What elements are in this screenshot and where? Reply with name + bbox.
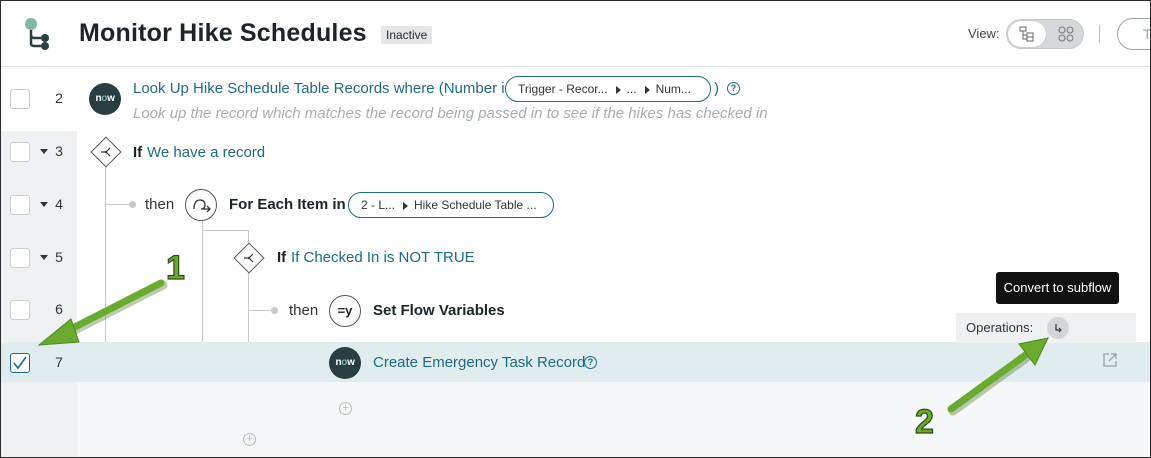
callout-number-1: 1 [166, 249, 185, 287]
callout-annotations: 1 2 [37, 248, 1049, 442]
callout-arrow-1 [37, 279, 168, 346]
callout-arrow-2 [947, 337, 1049, 416]
callout-number-2: 2 [915, 403, 934, 441]
flow-designer-window: Monitor Hike Schedules Inactive View: T [0, 0, 1151, 458]
